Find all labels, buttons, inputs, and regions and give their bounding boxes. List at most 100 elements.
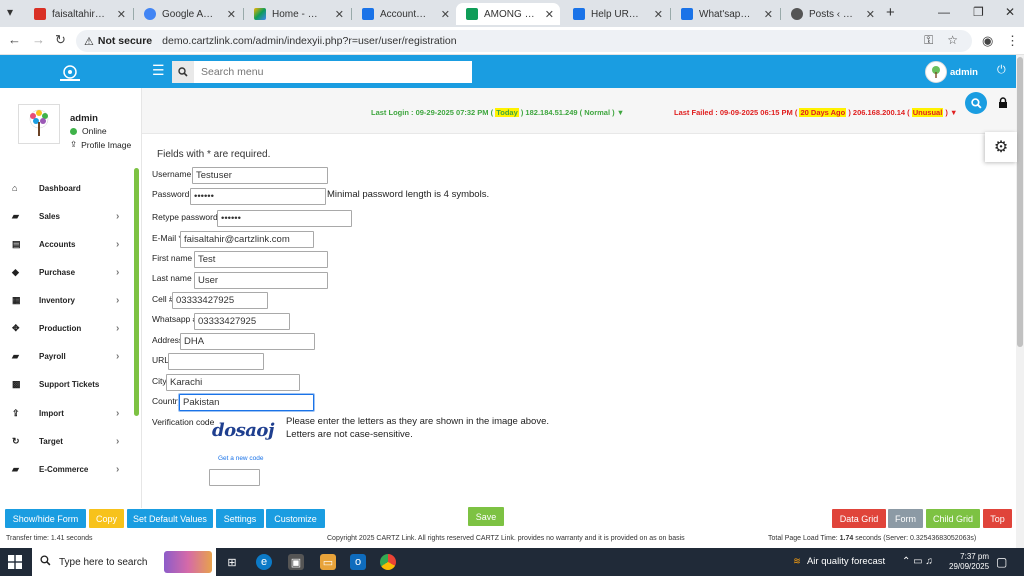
browser-tab[interactable]: Posts ‹ Streamline ✕ (781, 3, 881, 25)
restore-icon[interactable]: ❐ (973, 5, 984, 19)
save-button[interactable]: Save (468, 507, 504, 526)
profile-image-label[interactable]: Profile Image (81, 140, 131, 150)
close-icon[interactable]: ✕ (654, 8, 663, 21)
city-field[interactable] (166, 374, 300, 391)
browser-tab[interactable]: Help URL's for ERI ✕ (563, 3, 669, 25)
last-failed-text: Last Failed : 09-09-2025 06:15 PM ( (674, 108, 798, 117)
last-failed-badge: 20 Days Ago (799, 108, 847, 117)
close-icon[interactable]: ✕ (441, 8, 450, 21)
header-username[interactable]: admin (950, 67, 978, 78)
sidebar-item-target[interactable]: ↻ Target › (0, 428, 132, 454)
browser-tab[interactable]: Accounts Master ✕ (352, 3, 456, 25)
whatsapp-field[interactable] (194, 313, 290, 330)
form-button[interactable]: Form (888, 509, 923, 528)
url-field[interactable] (168, 353, 264, 370)
profile-icon[interactable]: ◉ (982, 33, 993, 49)
browser-tab-active[interactable]: AMONG MOST SI ✕ (456, 3, 560, 25)
not-secure-label[interactable]: Not secure (98, 35, 152, 47)
set-default-values-button[interactable]: Set Default Values (127, 509, 213, 528)
system-tray-icons[interactable]: ⌃ ▭ ♫ (902, 556, 933, 567)
url-text[interactable]: demo.cartzlink.com/admin/indexyii.php?r=… (162, 35, 456, 47)
browser-tab[interactable]: Home - Google D ✕ (244, 3, 350, 25)
browser-tab[interactable]: What'sapp Sales ✕ (671, 3, 779, 25)
search-menu-input[interactable] (194, 61, 472, 83)
clock[interactable]: 7:37 pm 29/09/2025 (949, 552, 989, 572)
sidebar-item-ecommerce[interactable]: ▰ E-Commerce › (0, 456, 132, 482)
close-icon[interactable]: ✕ (866, 8, 875, 21)
profile-image-link[interactable]: ⇪ Profile Image (70, 139, 131, 150)
last-name-field[interactable] (194, 272, 328, 289)
sidebar-item-inventory[interactable]: ▦ Inventory › (0, 287, 132, 313)
settings-button[interactable]: Settings (216, 509, 264, 528)
browser-tab[interactable]: faisaltahir@cartzli ✕ (24, 3, 132, 25)
cartz-logo[interactable] (52, 62, 88, 84)
tab-search-icon[interactable]: ▾ (7, 5, 13, 19)
chrome-icon[interactable] (380, 554, 396, 570)
page-scrollbar[interactable] (1016, 55, 1024, 548)
more-menu-icon[interactable]: ⋮ (1006, 33, 1019, 49)
email-field[interactable] (180, 231, 314, 248)
search-icon[interactable] (172, 61, 194, 83)
customize-button[interactable]: Customize (266, 509, 325, 528)
file-explorer-icon[interactable]: ▭ (320, 554, 336, 570)
bookmark-star-icon[interactable]: ☆ (947, 33, 958, 48)
task-view-icon[interactable]: ⊞ (224, 554, 240, 570)
forward-icon[interactable]: → (32, 32, 45, 47)
sidebar-item-sales[interactable]: ▰ Sales › (0, 203, 132, 229)
retype-password-field[interactable] (217, 210, 352, 227)
weather-widget[interactable]: ≋ Air quality forecast (793, 556, 885, 567)
sidebar-item-import[interactable]: ⇪ Import › (0, 400, 132, 426)
close-icon[interactable]: ✕ (335, 8, 344, 21)
password-key-icon[interactable]: ⚿ (924, 33, 933, 48)
address-field[interactable] (180, 333, 315, 350)
warning-icon[interactable]: ⚠ (84, 35, 94, 48)
show-hide-form-button[interactable]: Show/hide Form (5, 509, 86, 528)
edge-icon[interactable]: e (256, 554, 272, 570)
cell-field[interactable] (172, 292, 268, 309)
first-name-field[interactable] (194, 251, 328, 268)
close-window-icon[interactable]: ✕ (1005, 5, 1015, 19)
sidebar-item-payroll[interactable]: ▰ Payroll › (0, 343, 132, 369)
new-tab-button[interactable]: + (886, 4, 895, 21)
close-icon[interactable]: ✕ (117, 8, 126, 21)
last-login-info[interactable]: Last Login : 09-29-2025 07:32 PM ( Today… (371, 108, 624, 117)
lock-icon[interactable] (998, 97, 1008, 111)
sidebar-item-purchase[interactable]: ◆ Purchase › (0, 259, 132, 285)
copy-button[interactable]: Copy (89, 509, 124, 528)
sidebar-item-accounts[interactable]: ▤ Accounts › (0, 231, 132, 257)
close-icon[interactable]: ✕ (227, 8, 236, 21)
child-grid-button[interactable]: Child Grid (926, 509, 980, 528)
get-new-code-link[interactable]: Get a new code (218, 455, 264, 462)
power-icon[interactable]: ⏻ (997, 64, 1006, 77)
address-bar[interactable]: ⚠ Not secure demo.cartzlink.com/admin/in… (76, 30, 972, 52)
avatar[interactable] (925, 61, 947, 83)
close-icon[interactable]: ✕ (764, 8, 773, 21)
country-field[interactable] (179, 394, 314, 411)
top-button[interactable]: Top (983, 509, 1012, 528)
sidebar-item-dashboard[interactable]: ⌂ Dashboard (0, 175, 132, 201)
sidebar-scrollbar[interactable] (134, 168, 139, 416)
settings-gear-icon[interactable]: ⚙ (985, 132, 1017, 162)
close-icon[interactable]: ✕ (545, 8, 554, 21)
chevron-right-icon: › (116, 322, 120, 334)
password-field[interactable] (190, 188, 326, 205)
reload-icon[interactable]: ↻ (55, 32, 66, 48)
outlook-icon[interactable]: o (350, 554, 366, 570)
transfer-time: Transfer time: 1.41 seconds (6, 535, 93, 542)
search-icon[interactable] (965, 92, 987, 114)
browser-tab[interactable]: Google Accounts ✕ (134, 3, 242, 25)
notification-icon[interactable]: ▢ (996, 555, 1007, 569)
windows-start-icon[interactable] (8, 555, 22, 572)
store-icon[interactable]: ▣ (288, 554, 304, 570)
sidebar-item-support-tickets[interactable]: ▩ Support Tickets (0, 371, 132, 397)
last-failed-info[interactable]: Last Failed : 09-09-2025 06:15 PM ( 20 D… (674, 108, 957, 117)
sidebar-item-production[interactable]: ✥ Production › (0, 315, 132, 341)
taskbar-search-text[interactable]: Type here to search (59, 557, 147, 568)
username-field[interactable] (192, 167, 328, 184)
data-grid-button[interactable]: Data Grid (832, 509, 886, 528)
taskbar-search[interactable]: Type here to search (32, 548, 216, 576)
verification-code-field[interactable] (209, 469, 260, 486)
back-icon[interactable]: ← (8, 32, 21, 47)
hamburger-menu-icon[interactable]: ☰ (152, 62, 165, 79)
minimize-icon[interactable]: — (938, 5, 950, 19)
